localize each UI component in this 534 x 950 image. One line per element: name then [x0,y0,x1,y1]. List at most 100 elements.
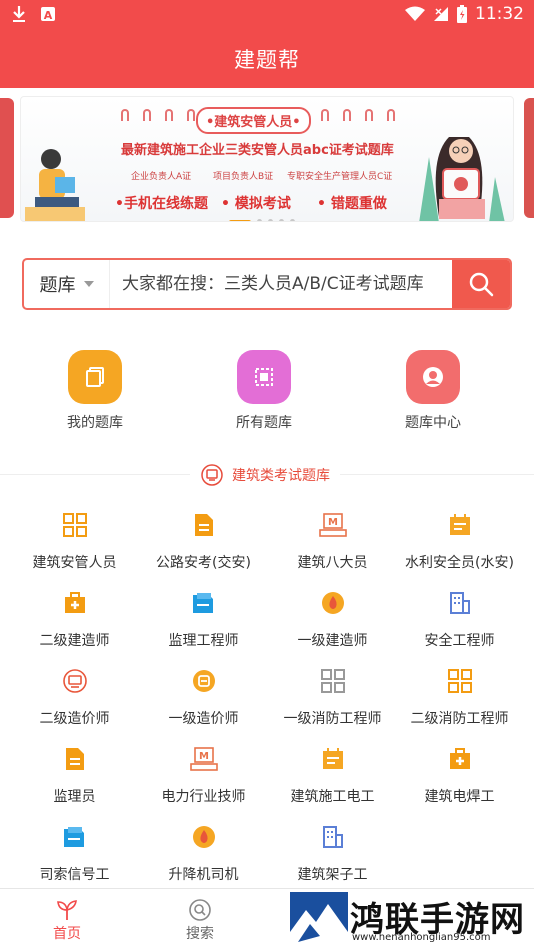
woman-reading-illustration [419,137,505,221]
banner-prev-peek[interactable] [0,98,14,218]
banner-tag: •建筑安管人员• [196,107,311,134]
category-label: 电力行业技师 [161,789,246,805]
category-label: 一级建造师 [297,633,368,649]
section-title: 建筑类考试题库 [232,468,330,484]
section-header: 建筑类考试题库 [0,460,534,488]
calendar-icon [445,510,475,540]
search-bar: 题库 [22,258,512,310]
category-item[interactable]: 二级造价师 [8,666,141,728]
banner-slide[interactable]: •建筑安管人员• 最新建筑施工企业三类安管人员abc证考试题库 企业负责人A证 … [20,96,514,222]
banner-carousel[interactable]: •建筑安管人员• 最新建筑施工企业三类安管人员abc证考试题库 企业负责人A证 … [0,88,534,230]
search-icon [469,272,494,297]
category-item[interactable]: 建筑安管人员 [8,510,141,572]
nav-search-label: 搜索 [186,926,214,942]
category-item[interactable]: 公路安考(交安) [137,510,270,572]
banner-sub-a: 企业负责人A证 [131,172,192,182]
grid-icon [445,666,475,696]
category-item[interactable]: 建筑架子工 [266,822,399,884]
category-label: 建筑施工电工 [290,789,375,805]
building-icon [318,822,348,852]
category-label: 一级造价师 [168,711,239,727]
download-icon [13,6,25,22]
category-item[interactable]: 一级消防工程师 [266,666,399,728]
category-label: 监理员 [53,789,96,805]
nav-search[interactable]: 搜索 [165,897,235,943]
banner-feature-mock: • 模拟考试 [221,196,291,212]
search-type-label: 题库 [39,275,76,296]
exam-badge-icon [201,464,223,486]
category-label: 二级消防工程师 [410,711,509,727]
indicator-dot[interactable] [290,219,295,221]
category-label: 二级造价师 [39,711,110,727]
category-label: 水利安全员(水安) [405,555,514,571]
medkit-icon [445,744,475,774]
copy-icon [68,350,122,404]
app-title: 建题帮 [234,48,300,72]
folder-icon [60,822,90,852]
category-item[interactable]: 升降机司机 [137,822,270,884]
carousel-indicator[interactable] [229,219,295,221]
category-item[interactable]: 监理工程师 [137,588,270,650]
search-input[interactable] [122,260,462,308]
user-circle-icon [406,350,460,404]
fire-icon [318,588,348,618]
square-icon [237,350,291,404]
document-icon [189,510,219,540]
category-label: 公路安考(交安) [156,555,251,571]
category-label: 监理工程师 [168,633,239,649]
search-button[interactable] [452,260,510,308]
indicator-dot[interactable] [229,219,251,221]
quick-entry-label: 题库中心 [405,415,461,431]
svg-text:M: M [328,517,338,528]
sprout-icon [32,897,102,923]
category-item[interactable]: 一级造价师 [137,666,270,728]
search-type-dropdown[interactable]: 题库 [24,260,110,308]
category-label: 司索信号工 [39,867,110,883]
wifi-icon [405,6,425,21]
category-item[interactable]: M 建筑八大员 [266,510,399,572]
indicator-dot[interactable] [279,219,284,221]
quick-entry-center[interactable]: 题库中心 [373,350,493,432]
battery-icon [457,5,467,23]
quick-entry-my-bank[interactable]: 我的题库 [35,350,155,432]
indicator-dot[interactable] [257,219,262,221]
category-item[interactable]: 二级消防工程师 [393,666,526,728]
category-item[interactable]: 安全工程师 [393,588,526,650]
category-item[interactable]: M 电力行业技师 [137,744,270,806]
category-label: 建筑八大员 [297,555,368,571]
quick-entry-all-banks[interactable]: 所有题库 [204,350,324,432]
building-icon [445,588,475,618]
nav-home[interactable]: 首页 [32,897,102,943]
banner-sub-c: 专职安全生产管理人员C证 [287,172,393,182]
category-label: 建筑电焊工 [424,789,495,805]
grid-icon [60,510,90,540]
banner-feature-practice: •手机在线练题 [115,196,208,212]
quick-entry-label: 所有题库 [236,415,292,431]
category-item[interactable]: 一级建造师 [266,588,399,650]
category-item[interactable]: 建筑电焊工 [393,744,526,806]
fire-icon [189,822,219,852]
reading-person-illustration [25,149,85,221]
category-label: 一级消防工程师 [283,711,382,727]
category-item[interactable]: 司索信号工 [8,822,141,884]
watermark-logo [290,892,348,946]
nav-home-label: 首页 [53,926,81,942]
category-item[interactable]: 水利安全员(水安) [393,510,526,572]
clock: 11:32 [475,4,524,24]
status-bar: A 11:32 [0,0,534,30]
app-bar: 建题帮 [0,30,534,88]
folder-icon [189,588,219,618]
cert-icon: M [318,510,348,540]
category-item[interactable]: 监理员 [8,744,141,806]
category-label: 建筑架子工 [297,867,368,883]
indicator-dot[interactable] [268,219,273,221]
category-item[interactable]: 二级建造师 [8,588,141,650]
category-item[interactable]: 建筑施工电工 [266,744,399,806]
svg-text:A: A [44,9,53,22]
watermark-url: www.henanhonglian95.com [352,932,491,943]
calendar-icon [318,744,348,774]
notification-a-icon: A [41,7,55,22]
category-label: 升降机司机 [168,867,239,883]
banner-next-peek[interactable] [524,98,534,218]
document-icon [60,744,90,774]
